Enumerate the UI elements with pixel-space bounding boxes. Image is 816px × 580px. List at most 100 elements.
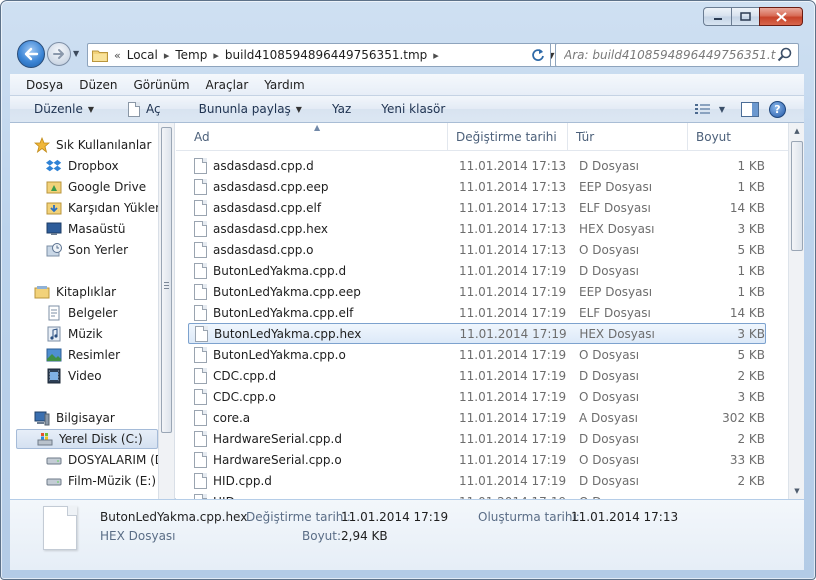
share-with-button[interactable]: Bununla paylaş ▼: [171, 96, 312, 122]
sidebar-item-downloads[interactable]: Karşıdan Yüklem: [46, 198, 158, 218]
close-button[interactable]: [759, 7, 803, 26]
table-row[interactable]: CDC.cpp.d 11.01.2014 17:19 D Dosyası 2 KB: [188, 365, 766, 386]
refresh-icon: [531, 49, 544, 61]
table-row[interactable]: ButonLedYakma.cpp.elf 11.01.2014 17:19 ELF…: [188, 302, 766, 323]
new-folder-button[interactable]: Yeni klasör: [361, 96, 455, 122]
menu-help[interactable]: Yardım: [256, 78, 312, 92]
sidebar-item-documents[interactable]: Belgeler: [46, 303, 118, 323]
menu-file[interactable]: Dosya: [10, 78, 71, 92]
file-list-scrollbar[interactable]: ▲ ▼: [788, 123, 804, 499]
sidebar-item-pictures[interactable]: Resimler: [46, 345, 120, 365]
search-icon[interactable]: [776, 46, 794, 64]
column-header-type[interactable]: Tür: [568, 123, 688, 151]
table-row[interactable]: ButonLedYakma.cpp.eep 11.01.2014 17:19 EEP…: [188, 281, 766, 302]
breadcrumb-separator-icon[interactable]: ▸: [433, 49, 439, 62]
file-icon: [194, 388, 207, 405]
details-size-value: 2,94 KB: [341, 529, 388, 543]
scroll-up-icon[interactable]: ▲: [789, 123, 805, 139]
breadcrumb-build-folder[interactable]: build4108594896449756351.tmp: [225, 48, 427, 62]
menu-tools[interactable]: Araçlar: [198, 78, 257, 92]
file-icon: [194, 199, 207, 216]
file-icon: [194, 472, 207, 489]
breadcrumb-separator-icon[interactable]: ▸: [213, 49, 219, 62]
sidebar-item-label: Karşıdan Yüklem: [68, 201, 158, 215]
minimize-button[interactable]: [703, 7, 731, 26]
breadcrumb-temp[interactable]: Temp: [175, 48, 207, 62]
column-header-size[interactable]: Boyut: [688, 123, 774, 151]
column-name-label: Ad: [194, 130, 210, 144]
refresh-button[interactable]: [525, 43, 551, 67]
details-created-value[interactable]: 11.01.2014 17:13: [571, 510, 678, 524]
column-header-row: ▲ Ad Değiştirme tarihi Tür Boyut: [176, 123, 788, 151]
close-icon: [775, 11, 787, 22]
sidebar-item-google-drive[interactable]: Google Drive: [46, 177, 146, 197]
back-button[interactable]: [17, 40, 45, 68]
menu-view[interactable]: Görünüm: [125, 78, 197, 92]
address-bar[interactable]: « Local ▸ Temp ▸ build410859489644975635…: [87, 43, 561, 67]
recent-pages-dropdown[interactable]: ▼: [73, 49, 79, 58]
file-date-cell: 11.01.2014 17:19: [459, 473, 567, 488]
search-box[interactable]: Ara: build4108594896449756351.tmp: [555, 43, 799, 67]
table-row[interactable]: HardwareSerial.cpp.d 11.01.2014 17:19 D Do…: [188, 428, 766, 449]
computer-icon: [34, 411, 50, 426]
forward-button[interactable]: [47, 42, 71, 66]
file-type-cell: D Dosyası: [579, 263, 639, 278]
sidebar-item-drive-e[interactable]: Film-Müzik (E:): [46, 471, 156, 491]
table-row[interactable]: asdasdasd.cpp.elf 11.01.2014 17:13 ELF Dos…: [188, 197, 766, 218]
file-name-cell: HID.cpp.d: [213, 473, 272, 488]
file-size-cell: 2 KB: [737, 473, 765, 488]
table-row[interactable]: asdasdasd.cpp.hex 11.01.2014 17:13 HEX Dos…: [188, 218, 766, 239]
scroll-down-icon[interactable]: ▼: [789, 483, 805, 499]
organize-button[interactable]: Düzenle ▼: [10, 96, 104, 122]
details-size-label: Boyut:: [302, 529, 342, 543]
sidebar-item-local-disk-c[interactable]: Yerel Disk (C:): [16, 429, 158, 449]
file-date-cell: 11.01.2014 17:19: [459, 389, 567, 404]
sidebar-item-recent-places[interactable]: Son Yerler: [46, 240, 128, 260]
table-row[interactable]: ButonLedYakma.cpp.hex 11.01.2014 17:19 HEX…: [188, 323, 766, 344]
help-icon[interactable]: ?: [769, 100, 786, 118]
navigation-scrollbar[interactable]: [158, 123, 175, 499]
breadcrumb-separator-icon[interactable]: ▸: [164, 49, 170, 62]
table-row[interactable]: CDC.cpp.o 11.01.2014 17:19 O Dosyası 3 KB: [188, 386, 766, 407]
table-row[interactable]: HardwareSerial.cpp.o 11.01.2014 17:19 O Do…: [188, 449, 766, 470]
file-type-cell: HEX Dosyası: [579, 326, 655, 341]
sidebar-item-drive-d[interactable]: DOSYALARIM (D: [46, 450, 158, 470]
breadcrumb-overflow[interactable]: «: [114, 49, 121, 62]
sidebar-item-music[interactable]: Müzik: [46, 324, 103, 344]
table-row[interactable]: ButonLedYakma.cpp.d 11.01.2014 17:19 D Dos…: [188, 260, 766, 281]
table-row[interactable]: HID.cpp.d 11.01.2014 17:19 D Dosyası 2 KB: [188, 470, 766, 491]
details-pane: ButonLedYakma.cpp.hex HEX Dosyası Değişt…: [10, 500, 804, 570]
file-type-cell: D Dosyası: [579, 158, 639, 173]
sidebar-favorites[interactable]: Sık Kullanılanlar: [34, 135, 151, 155]
file-size-cell: 14 KB: [729, 305, 765, 320]
file-size-cell: 2 KB: [737, 431, 765, 446]
file-date-cell: 11.01.2014 17:13: [459, 179, 567, 194]
breadcrumb-local[interactable]: Local: [127, 48, 158, 62]
details-modified-value[interactable]: 11.01.2014 17:19: [341, 510, 448, 524]
sidebar-libraries[interactable]: Kitaplıklar: [34, 282, 116, 302]
table-row[interactable]: core.a 11.01.2014 17:19 A Dosyası 302 KB: [188, 407, 766, 428]
sidebar-item-videos[interactable]: Video: [46, 366, 102, 386]
search-input[interactable]: Ara: build4108594896449756351.tmp: [564, 48, 776, 62]
burn-button[interactable]: Yaz: [312, 96, 361, 122]
table-row[interactable]: asdasdasd.cpp.eep 11.01.2014 17:13 EEP Dos…: [188, 176, 766, 197]
file-size-cell: 5 KB: [737, 347, 765, 362]
preview-pane-toggle[interactable]: [741, 101, 759, 117]
file-name-cell: ButonLedYakma.cpp.d: [213, 263, 347, 278]
column-header-name[interactable]: ▲ Ad: [176, 123, 448, 151]
maximize-button[interactable]: [731, 7, 759, 26]
table-row[interactable]: HID.cpp.o11.01.2014 17:19O Dosyası: [188, 491, 766, 499]
sidebar-item-desktop[interactable]: Masaüstü: [46, 219, 125, 239]
sidebar-item-dropbox[interactable]: Dropbox: [46, 156, 119, 176]
scrollbar-thumb[interactable]: [791, 141, 803, 251]
table-row[interactable]: asdasdasd.cpp.o 11.01.2014 17:13 O Dosyası…: [188, 239, 766, 260]
open-button[interactable]: Aç: [104, 96, 171, 122]
table-row[interactable]: asdasdasd.cpp.d 11.01.2014 17:13 D Dosyası…: [188, 155, 766, 176]
change-view-button[interactable]: ▼: [689, 103, 731, 115]
menu-edit[interactable]: Düzen: [71, 78, 125, 92]
table-row[interactable]: ButonLedYakma.cpp.o 11.01.2014 17:19 O Dos…: [188, 344, 766, 365]
scrollbar-thumb[interactable]: [161, 127, 172, 433]
file-name-cell: ButonLedYakma.cpp.hex: [214, 326, 362, 341]
sidebar-computer[interactable]: Bilgisayar: [34, 408, 115, 428]
column-header-date[interactable]: Değiştirme tarihi: [448, 123, 568, 151]
